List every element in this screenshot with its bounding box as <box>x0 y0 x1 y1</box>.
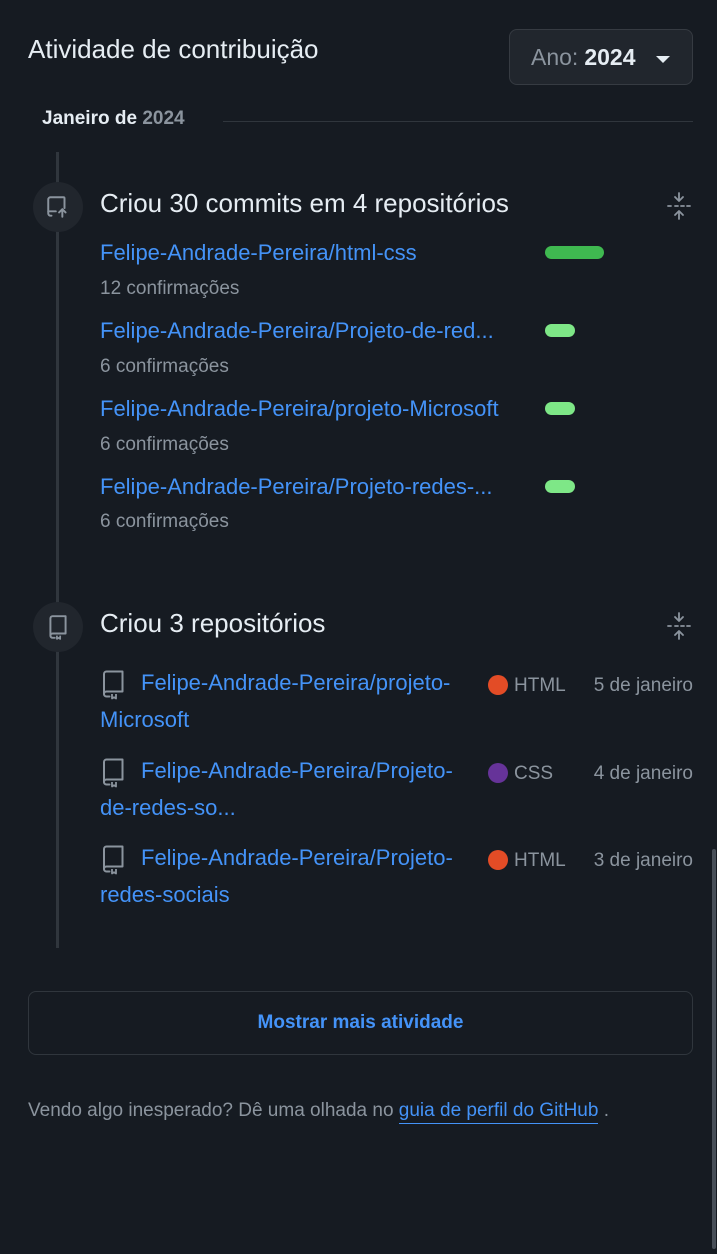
commit-repo-link[interactable]: Felipe-Andrade-Pereira/projeto-Microsoft <box>100 396 499 422</box>
commit-share-bar <box>545 324 575 337</box>
repo-link[interactable]: Felipe-Andrade-Pereira/Projeto- <box>141 758 453 784</box>
repo-link-continued[interactable]: Microsoft <box>100 707 189 733</box>
section-title: Atividade de contribuição <box>28 34 319 64</box>
commit-repo-link[interactable]: Felipe-Andrade-Pereira/Projeto-de-red... <box>100 318 494 344</box>
language-color-dot <box>488 675 508 695</box>
repo-created-date: 4 de janeiro <box>593 763 693 784</box>
year-value: 2024 <box>584 43 636 70</box>
fold-icon[interactable] <box>666 611 692 641</box>
month-name: Janeiro de <box>42 108 138 129</box>
month-year: 2024 <box>142 108 185 129</box>
show-more-activity-button[interactable]: Mostrar mais atividade <box>28 991 693 1055</box>
timeline-badge-commits <box>33 182 83 232</box>
timeline-line <box>56 152 59 948</box>
language-color-dot <box>488 763 508 783</box>
year-dropdown-button[interactable]: Ano: 2024 <box>509 29 693 85</box>
profile-guide-link[interactable]: guia de perfil do GitHub <box>398 1100 599 1124</box>
year-label: Ano: <box>531 43 579 70</box>
profile-guide-note: Vendo algo inesperado? Dê uma olhada no … <box>28 1100 609 1124</box>
commit-count: 6 confirmações <box>100 356 229 377</box>
repo-push-icon <box>47 196 67 218</box>
repo-icon <box>100 670 126 700</box>
repo-icon <box>100 758 126 788</box>
commit-count: 6 confirmações <box>100 511 229 532</box>
language-color-dot <box>488 850 508 870</box>
timeline-badge-repos <box>33 602 83 652</box>
language-name: CSS <box>514 763 554 784</box>
commit-share-bar <box>545 402 575 415</box>
commit-repo-link[interactable]: Felipe-Andrade-Pereira/Projeto-redes-... <box>100 474 493 500</box>
commit-count: 12 confirmações <box>100 278 240 299</box>
repo-link-continued[interactable]: de-redes-so... <box>100 795 236 821</box>
caret-down-icon <box>656 56 670 63</box>
commit-share-bar <box>545 246 604 259</box>
repo-link[interactable]: Felipe-Andrade-Pereira/projeto- <box>141 670 450 696</box>
repo-created-date: 5 de janeiro <box>593 675 693 696</box>
repo-link[interactable]: Felipe-Andrade-Pereira/Projeto- <box>141 845 453 871</box>
month-divider <box>223 121 693 122</box>
repo-link-continued[interactable]: redes-sociais <box>100 882 230 908</box>
commit-repo-link[interactable]: Felipe-Andrade-Pereira/html-css <box>100 240 417 266</box>
repos-group-title: Criou 3 repositórios <box>100 608 326 638</box>
language-name: HTML <box>514 675 566 696</box>
repo-icon <box>100 845 126 875</box>
repo-icon <box>49 615 67 640</box>
commit-share-bar <box>545 480 575 493</box>
language-name: HTML <box>514 850 566 871</box>
note-text: Vendo algo inesperado? Dê uma olhada no <box>28 1100 394 1121</box>
commit-count: 6 confirmações <box>100 434 229 455</box>
scrollbar-thumb[interactable] <box>712 849 716 1249</box>
fold-icon[interactable] <box>666 191 692 221</box>
contribution-activity: Atividade de contribuição Ano: 2024 Jane… <box>0 0 717 1254</box>
month-heading: Janeiro de 2024 <box>42 108 185 130</box>
commits-group-title: Criou 30 commits em 4 repositórios <box>100 188 509 218</box>
note-end: . <box>603 1100 609 1121</box>
repo-created-date: 3 de janeiro <box>593 850 693 871</box>
